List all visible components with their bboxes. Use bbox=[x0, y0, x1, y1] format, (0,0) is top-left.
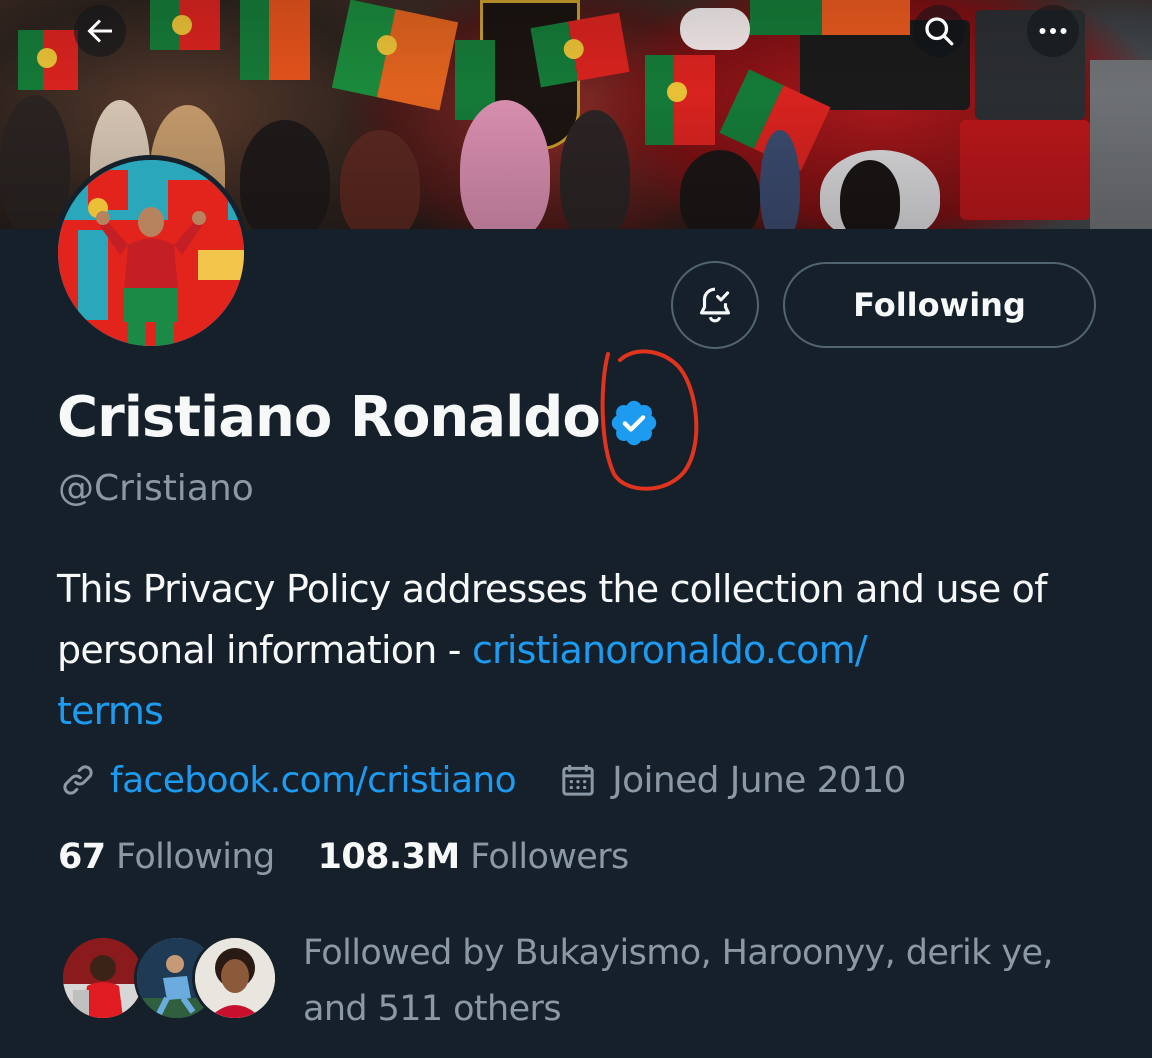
bell-check-icon bbox=[699, 287, 731, 323]
profile-page: Following Cristiano Ronaldo @Cristiano T… bbox=[0, 0, 1152, 1058]
search-button[interactable] bbox=[913, 5, 965, 57]
display-name: Cristiano Ronaldo bbox=[57, 385, 601, 450]
profile-stats: 67 Following 108.3M Followers bbox=[58, 837, 629, 877]
arrow-left-icon bbox=[87, 19, 112, 43]
following-stat[interactable]: 67 Following bbox=[58, 837, 275, 877]
link-icon bbox=[63, 765, 93, 795]
search-icon bbox=[925, 17, 954, 46]
follower-avatar-3 bbox=[192, 935, 278, 1021]
red-circle-annotation bbox=[600, 349, 699, 491]
followed-by-text: Followed by Bukayismo, Haroonyy, derik y… bbox=[303, 933, 1054, 1029]
followers-count: 108.3M bbox=[317, 837, 461, 877]
calendar-icon bbox=[562, 765, 594, 796]
notifications-toggle-button[interactable] bbox=[671, 261, 759, 349]
website-link[interactable]: facebook.com/cristiano bbox=[110, 760, 517, 801]
more-options-button[interactable] bbox=[1027, 5, 1079, 57]
profile-handle: @Cristiano bbox=[58, 468, 254, 509]
following-label: Following bbox=[116, 837, 275, 877]
profile-meta-row: facebook.com/cristiano Joined June 2010 bbox=[58, 755, 906, 805]
following-button[interactable]: Following bbox=[783, 262, 1096, 348]
following-count: 67 bbox=[58, 837, 106, 877]
back-button[interactable] bbox=[74, 5, 126, 57]
followers-label: Followers bbox=[470, 837, 629, 877]
joined-date: Joined June 2010 bbox=[612, 759, 906, 801]
followers-stat[interactable]: 108.3M Followers bbox=[317, 837, 630, 877]
profile-bio: This Privacy Policy addresses the collec… bbox=[57, 559, 1117, 742]
more-dots-icon bbox=[1039, 28, 1067, 34]
profile-avatar[interactable] bbox=[53, 155, 249, 351]
avatar-image bbox=[58, 160, 244, 346]
